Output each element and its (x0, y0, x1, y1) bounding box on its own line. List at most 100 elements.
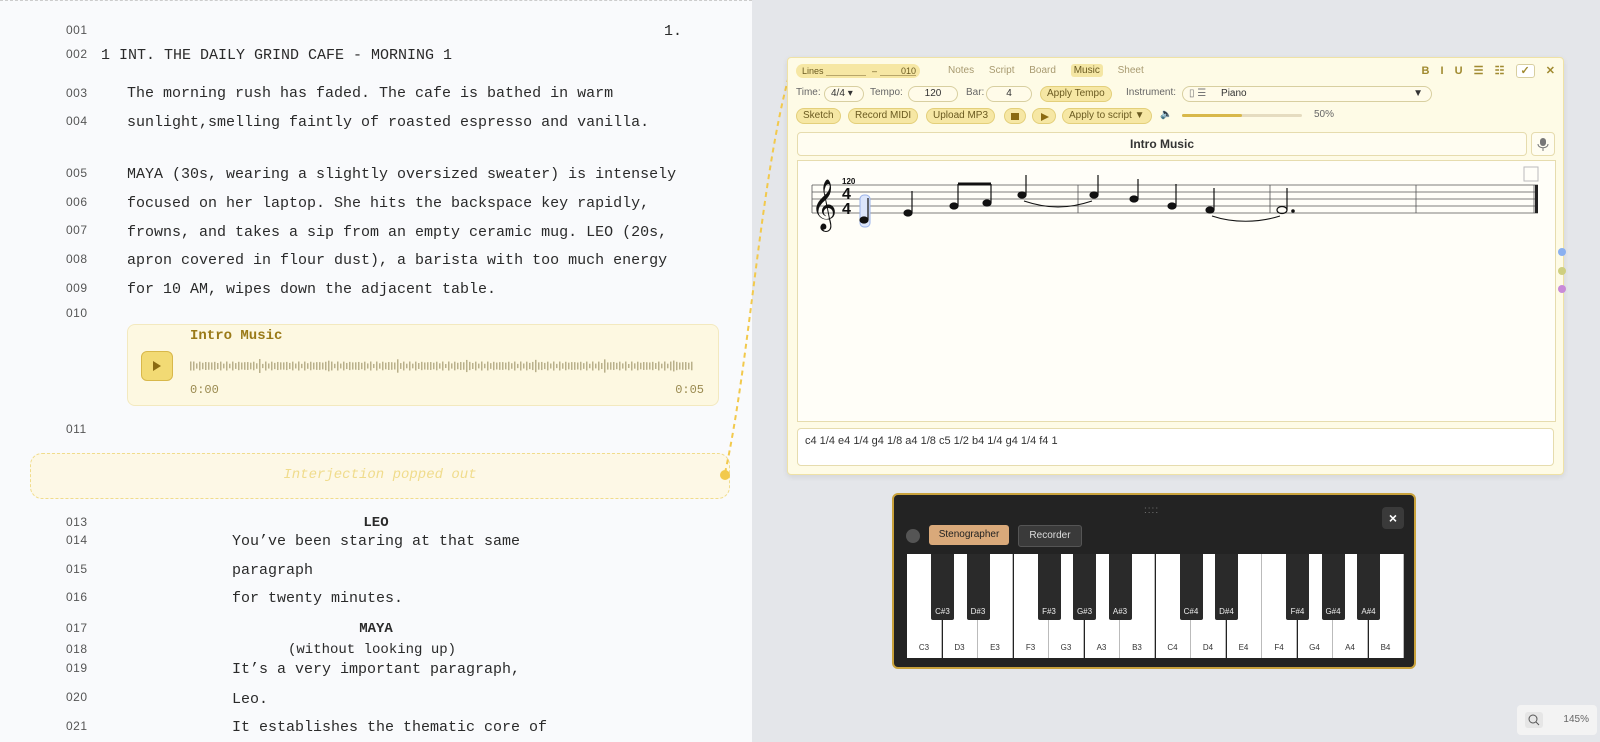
piano-key-black[interactable]: C#3 (931, 554, 954, 620)
action-line[interactable]: for 10 AM, wipes down the adjacent table… (127, 281, 496, 298)
check-icon[interactable]: ✓ (1515, 64, 1535, 78)
piano-key-black[interactable]: D#3 (966, 554, 990, 620)
waveform-bar (262, 363, 264, 369)
waveform-bar (520, 361, 522, 371)
waveform-bar (622, 363, 624, 369)
action-line[interactable]: focused on her laptop. She hits the back… (127, 195, 649, 212)
dialogue-line[interactable]: for twenty minutes. (232, 590, 403, 607)
action-line[interactable]: MAYA (30s, wearing a slightly oversized … (127, 166, 676, 183)
bullet-list-icon[interactable]: ☰ (1474, 65, 1484, 77)
waveform-bar (388, 362, 390, 370)
dialogue-line[interactable]: Leo. (232, 691, 268, 708)
time-select[interactable]: 4/4 ▾ (824, 86, 864, 102)
waveform-bar (445, 363, 447, 369)
waveform-bar (193, 361, 195, 371)
dialogue-line[interactable]: paragraph (232, 562, 313, 579)
action-line[interactable]: The morning rush has faded. The cafe is … (127, 85, 613, 102)
key-label: G#4 (1325, 607, 1341, 616)
waveform-bar (592, 361, 594, 371)
zoom-icon[interactable] (1525, 712, 1543, 728)
waveform-bar (382, 361, 384, 371)
close-icon[interactable]: × (1382, 507, 1404, 529)
numbered-list-icon[interactable]: ☷ (1495, 65, 1505, 77)
waveform[interactable] (190, 357, 702, 375)
tempo-input[interactable]: 120 (908, 86, 958, 102)
lines-to-input[interactable]: 010 (880, 66, 916, 76)
waveform-bar (634, 363, 636, 369)
drag-handle[interactable]: :::: (1144, 505, 1159, 516)
tab-board[interactable]: Board (1029, 65, 1056, 76)
audio-time-start: 0:00 (190, 383, 219, 397)
key-label: A#4 (1361, 607, 1376, 616)
close-icon[interactable]: ✕ (1546, 65, 1555, 77)
tab-music[interactable]: Music (1070, 64, 1103, 77)
key-label: D#4 (1219, 607, 1234, 616)
waveform-bar (535, 359, 537, 373)
note-sequence-input[interactable]: c4 1/4 e4 1/4 g4 1/8 a4 1/8 c5 1/2 b4 1/… (797, 428, 1554, 466)
character-name[interactable]: MAYA (0, 621, 752, 637)
waveform-bar (361, 362, 363, 370)
waveform-bar (691, 361, 693, 371)
parenthetical[interactable]: (without looking up) (288, 642, 456, 658)
recorder-button[interactable]: Recorder (1018, 525, 1082, 547)
waveform-bar (454, 361, 456, 371)
piano-keyboard-panel: :::: Stenographer Recorder × C3 D3 E3 F3 G3 A… (892, 493, 1416, 669)
action-line[interactable]: apron covered in flour dust), a barista … (127, 252, 667, 269)
dialogue-line[interactable]: You’ve been staring at that same (232, 533, 520, 550)
piano-key-black[interactable]: G#4 (1321, 554, 1345, 620)
record-midi-button[interactable]: Record MIDI (848, 108, 919, 124)
key-label: A3 (1096, 643, 1107, 652)
scene-heading[interactable]: 1 INT. THE DAILY GRIND CAFE - MORNING 1 (101, 47, 452, 64)
mic-button[interactable] (1531, 132, 1555, 156)
waveform-bar (274, 362, 276, 370)
waveform-bar (277, 361, 279, 371)
action-line[interactable]: frowns, and takes a sip from an empty ce… (127, 224, 667, 241)
sheet-music-staff[interactable]: 𝄞 120 4 4 (797, 160, 1556, 422)
piano-key-black[interactable]: D#4 (1215, 554, 1238, 620)
yellow-dot-handle[interactable] (1558, 267, 1566, 275)
lines-range[interactable]: Lines – 010 (796, 64, 920, 78)
key-label: G#3 (1076, 607, 1093, 616)
waveform-bar (490, 363, 492, 369)
record-indicator[interactable] (906, 529, 920, 543)
underline-button[interactable]: U (1455, 65, 1463, 77)
dialogue-line[interactable]: It establishes the thematic core of (232, 719, 547, 736)
waveform-bar (469, 361, 471, 371)
bar-input[interactable]: 4 (986, 86, 1032, 102)
waveform-bar (289, 362, 291, 370)
waveform-bar (604, 359, 606, 373)
piano-key-black[interactable]: A#3 (1108, 554, 1132, 620)
apply-to-script-button[interactable]: Apply to script ▼ (1062, 108, 1152, 124)
music-title-field[interactable]: Intro Music (797, 132, 1527, 156)
italic-button[interactable]: I (1440, 65, 1443, 77)
piano-key-black[interactable]: A#4 (1357, 554, 1380, 620)
waveform-bar (394, 362, 396, 370)
upload-mp3-button[interactable]: Upload MP3 (926, 108, 996, 124)
tab-script[interactable]: Script (989, 65, 1015, 76)
stop-button[interactable] (1004, 108, 1026, 124)
waveform-bar (304, 361, 306, 371)
dialogue-line[interactable]: It’s a very important paragraph, (232, 661, 520, 678)
play-button[interactable] (141, 351, 173, 381)
tab-notes[interactable]: Notes (948, 65, 974, 76)
bold-button[interactable]: B (1421, 65, 1429, 77)
purple-dot-handle[interactable] (1558, 285, 1566, 293)
apply-tempo-button[interactable]: Apply Tempo (1040, 86, 1112, 102)
stenographer-button[interactable]: Stenographer (929, 525, 1009, 545)
character-name[interactable]: LEO (0, 515, 752, 531)
sketch-button[interactable]: Sketch (796, 108, 841, 124)
waveform-bar (238, 361, 240, 371)
piano-key-black[interactable]: F#4 (1286, 554, 1309, 620)
play-button[interactable] (1032, 108, 1056, 124)
waveform-bar (685, 362, 687, 370)
piano-key-black[interactable]: F#3 (1037, 554, 1061, 620)
piano-key-black[interactable]: C#4 (1179, 554, 1203, 620)
piano-key-black[interactable]: G#3 (1073, 554, 1096, 620)
line-number: 018 (66, 642, 88, 656)
blue-dot-handle[interactable] (1558, 248, 1566, 256)
action-line[interactable]: sunlight,smelling faintly of roasted esp… (127, 114, 649, 131)
instrument-select[interactable]: ▯ ☰ Piano ▼ (1182, 86, 1432, 102)
volume-slider[interactable] (1182, 114, 1302, 117)
volume-fill (1182, 114, 1242, 117)
tab-sheet[interactable]: Sheet (1118, 65, 1144, 76)
